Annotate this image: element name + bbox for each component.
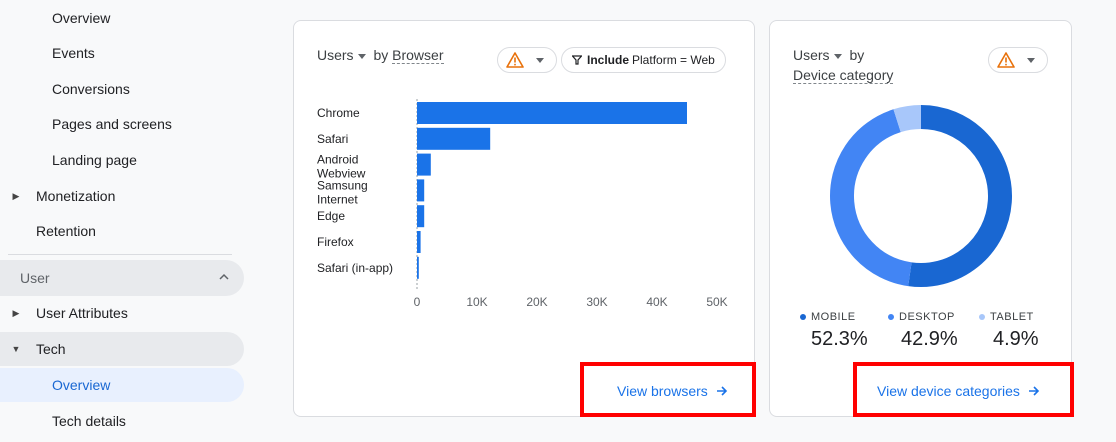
legend-value-desktop: 42.9% (901, 328, 958, 350)
legend-mobile: MOBILE (800, 311, 856, 323)
legend-dot (888, 314, 894, 321)
highlight-box-browsers (580, 362, 756, 417)
sidebar-item-label: Landing page (52, 152, 137, 168)
legend-label: DESKTOP (899, 311, 955, 323)
divider (8, 254, 232, 255)
bar[interactable] (417, 231, 421, 253)
category-label: Firefox (317, 235, 354, 249)
sidebar-item-tech-overview[interactable]: Overview (0, 368, 244, 402)
sidebar-item-label: Tech (36, 341, 66, 357)
tick-label: 10K (466, 295, 487, 309)
category-label: Samsung Internet (317, 178, 368, 206)
bar[interactable] (417, 179, 425, 202)
tick-label: 50K (706, 295, 727, 309)
bar[interactable] (417, 256, 419, 279)
sidebar-item-label: Conversions (52, 81, 130, 97)
sidebar-item-events[interactable]: Events (0, 36, 244, 70)
sidebar-item-user-attributes[interactable]: ▶ User Attributes (0, 296, 244, 330)
sidebar-item-landing-page[interactable]: Landing page (0, 143, 244, 177)
section-label: User (20, 270, 50, 286)
tick-label: 20K (526, 295, 547, 309)
caret-right-icon: ▶ (12, 307, 20, 318)
sidebar-item-label: Events (52, 45, 95, 61)
sidebar-item-retention[interactable]: Retention (0, 214, 244, 248)
sidebar-item-label: Pages and screens (52, 116, 172, 132)
sidebar-item-label: Monetization (36, 188, 116, 204)
category-label: Android Webview (317, 153, 366, 181)
bar[interactable] (417, 127, 491, 150)
sidebar-item-monetization[interactable]: ▶ Monetization (0, 179, 244, 213)
donut-slice-desktop[interactable] (830, 109, 912, 287)
category-label: Safari (317, 132, 348, 146)
sidebar-item-label: Overview (52, 377, 111, 393)
sidebar-item-label: Retention (36, 223, 96, 239)
legend-desktop: DESKTOP (888, 311, 955, 323)
sidebar-item-label: User Attributes (36, 305, 128, 321)
category-label: Chrome (317, 106, 360, 120)
sidebar-item-label: Tech details (52, 413, 126, 429)
device-card: Users by Device category MOBILE DESKTOP … (769, 20, 1072, 417)
tick-label: 30K (586, 295, 607, 309)
category-label: Edge (317, 209, 345, 223)
highlight-box-devices (853, 362, 1074, 417)
legend-value-mobile: 52.3% (811, 328, 868, 350)
browser-bar-chart: Chrome Safari Android WebviewSamsung Interne… (317, 99, 728, 309)
tick-label: 40K (646, 295, 667, 309)
legend-value-tablet: 4.9% (993, 328, 1039, 350)
legend-label: MOBILE (811, 311, 856, 323)
bar[interactable] (417, 153, 431, 176)
sidebar-item-label: Overview (52, 10, 111, 26)
browser-card: Users by Browser Include Platform = Web … (293, 20, 755, 417)
chevron-up-icon (219, 273, 229, 280)
category-label: Safari (in-app) (317, 261, 393, 275)
legend-label: TABLET (990, 311, 1034, 323)
sidebar-item-tech-details[interactable]: Tech details (0, 404, 244, 438)
sidebar-section-user[interactable]: User (0, 260, 244, 296)
sidebar-item-pages-and-screens[interactable]: Pages and screens (0, 107, 244, 141)
bar[interactable] (417, 205, 425, 228)
caret-right-icon: ▶ (12, 190, 20, 201)
donut-slice-mobile[interactable] (908, 105, 1012, 287)
legend-dot (979, 314, 985, 321)
tick-label: 0 (414, 295, 421, 309)
sidebar: Overview Events Conversions Pages and sc… (0, 0, 262, 442)
sidebar-item-tech[interactable]: ▼ Tech (0, 332, 244, 366)
sidebar-item-overview[interactable]: Overview (0, 1, 244, 35)
legend-tablet: TABLET (979, 311, 1034, 323)
donut-slice-tablet[interactable] (893, 105, 922, 133)
sidebar-item-conversions[interactable]: Conversions (0, 72, 244, 106)
legend-dot (800, 314, 806, 321)
caret-down-icon: ▼ (11, 344, 21, 354)
device-donut-chart (830, 105, 1012, 287)
bar[interactable] (417, 102, 687, 124)
